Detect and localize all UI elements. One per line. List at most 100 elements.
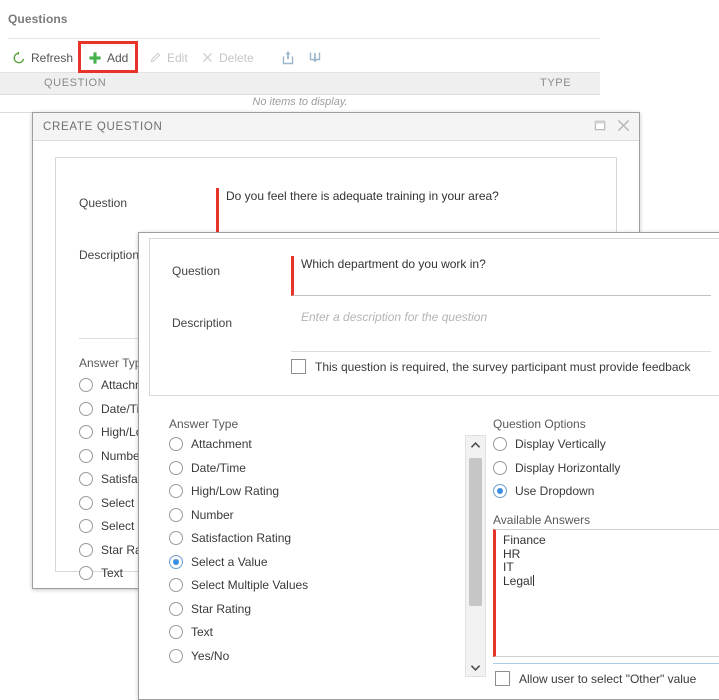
scroll-down-arrow[interactable] bbox=[466, 658, 485, 676]
other-value-checkbox[interactable] bbox=[495, 671, 510, 686]
question-value: Do you feel there is adequate training i… bbox=[226, 189, 499, 203]
scroll-thumb[interactable] bbox=[469, 458, 482, 606]
text-caret bbox=[533, 575, 534, 586]
radio-button[interactable] bbox=[79, 566, 93, 580]
radio-button[interactable] bbox=[79, 543, 93, 557]
description-input[interactable]: Enter a description for the question bbox=[291, 309, 711, 349]
radio-button[interactable] bbox=[169, 555, 183, 569]
radio-button[interactable] bbox=[169, 531, 183, 545]
answer-type-option-label: Date/Time bbox=[191, 461, 246, 475]
available-answers-textarea[interactable]: FinanceHRITLegal bbox=[493, 529, 719, 657]
radio-button[interactable] bbox=[169, 437, 183, 451]
radio-button[interactable] bbox=[169, 625, 183, 639]
question-options-label: Question Options bbox=[493, 417, 586, 431]
answer-type-option-label: Select Multiple Values bbox=[191, 578, 308, 592]
import-button[interactable] bbox=[303, 42, 327, 73]
grid-header: QUESTION TYPE bbox=[0, 73, 600, 95]
question-value: Which department do you work in? bbox=[301, 257, 486, 271]
answers-bottom-rule bbox=[493, 663, 719, 664]
add-button[interactable]: Add bbox=[82, 42, 134, 73]
answer-type-option[interactable]: Select Multiple Values bbox=[169, 578, 308, 592]
radio-button[interactable] bbox=[493, 461, 507, 475]
dialog-title: CREATE QUESTION bbox=[33, 121, 163, 133]
answer-type-option[interactable]: Text bbox=[169, 625, 213, 639]
question-label: Question bbox=[79, 196, 127, 210]
scroll-up-arrow[interactable] bbox=[466, 436, 485, 454]
required-checkbox-row[interactable]: This question is required, the survey pa… bbox=[291, 359, 691, 374]
edit-button: Edit bbox=[143, 42, 194, 73]
page-title: Questions bbox=[8, 12, 68, 26]
maximize-icon[interactable] bbox=[594, 119, 607, 135]
form-divider bbox=[291, 351, 711, 352]
question-option-option-label: Display Vertically bbox=[515, 437, 606, 451]
refresh-button[interactable]: Refresh bbox=[6, 42, 79, 73]
answer-type-option[interactable]: Number bbox=[169, 508, 234, 522]
dialog-title-bar: CREATE QUESTION bbox=[33, 113, 639, 141]
answer-type-option[interactable]: Date/Time bbox=[169, 461, 246, 475]
radio-button[interactable] bbox=[79, 378, 93, 392]
question-option-option-label: Use Dropdown bbox=[515, 484, 594, 498]
export-button[interactable] bbox=[276, 42, 300, 73]
radio-button[interactable] bbox=[169, 578, 183, 592]
other-value-checkbox-label: Allow user to select "Other" value bbox=[519, 672, 696, 686]
answer-type-option[interactable]: Number bbox=[79, 449, 144, 463]
questions-toolbar: Refresh Add Edit bbox=[0, 42, 600, 73]
required-checkbox-label: This question is required, the survey pa… bbox=[315, 360, 691, 374]
grid-empty-message: No items to display. bbox=[0, 96, 600, 108]
create-question-dialog-front: Question Which department do you work in… bbox=[138, 232, 719, 700]
answer-type-radio-group: Attachment Date/Time High/Low Rating Number… bbox=[169, 437, 469, 677]
download-icon bbox=[307, 50, 323, 66]
available-answer-line: IT bbox=[503, 561, 719, 575]
answer-type-option[interactable]: Text bbox=[79, 566, 123, 580]
refresh-label: Refresh bbox=[31, 51, 73, 65]
question-input[interactable]: Which department do you work in? bbox=[291, 256, 711, 296]
answer-type-option[interactable]: Yes/No bbox=[169, 649, 229, 663]
other-value-checkbox-row[interactable]: Allow user to select "Other" value bbox=[495, 671, 696, 686]
question-form-card: Question Which department do you work in… bbox=[149, 238, 719, 396]
radio-button[interactable] bbox=[79, 472, 93, 486]
radio-button[interactable] bbox=[79, 519, 93, 533]
question-option-option[interactable]: Display Vertically bbox=[493, 437, 606, 451]
question-option-option[interactable]: Display Horizontally bbox=[493, 461, 620, 475]
radio-button[interactable] bbox=[169, 602, 183, 616]
radio-button[interactable] bbox=[169, 484, 183, 498]
radio-button[interactable] bbox=[79, 402, 93, 416]
available-answers-label: Available Answers bbox=[493, 513, 590, 527]
radio-button[interactable] bbox=[169, 461, 183, 475]
answer-type-option[interactable]: Select a Value bbox=[169, 555, 268, 569]
radio-button[interactable] bbox=[493, 437, 507, 451]
required-checkbox[interactable] bbox=[291, 359, 306, 374]
radio-button[interactable] bbox=[79, 425, 93, 439]
radio-button[interactable] bbox=[79, 496, 93, 510]
answer-type-scrollbar[interactable] bbox=[465, 435, 486, 677]
description-label: Description bbox=[79, 248, 139, 262]
answer-type-option[interactable]: Attachment bbox=[169, 437, 252, 451]
column-header-type[interactable]: TYPE bbox=[540, 77, 571, 89]
delete-label: Delete bbox=[219, 51, 254, 65]
plus-icon bbox=[88, 51, 102, 65]
answer-type-option-label: Yes/No bbox=[191, 649, 229, 663]
answer-type-option[interactable]: Star Rating bbox=[169, 602, 251, 616]
radio-button[interactable] bbox=[79, 449, 93, 463]
question-option-option-label: Display Horizontally bbox=[515, 461, 620, 475]
available-answer-line: HR bbox=[503, 548, 719, 562]
edit-label: Edit bbox=[167, 51, 188, 65]
question-input[interactable]: Do you feel there is adequate training i… bbox=[216, 188, 604, 238]
radio-button[interactable] bbox=[169, 508, 183, 522]
radio-button[interactable] bbox=[169, 649, 183, 663]
answer-type-option-label: Satisfaction Rating bbox=[191, 531, 291, 545]
question-options-radio-group: Display Vertically Display Horizontally Us… bbox=[493, 437, 703, 509]
close-icon[interactable] bbox=[616, 118, 631, 136]
answer-type-option-label: Number bbox=[191, 508, 234, 522]
answer-type-option-label: Text bbox=[101, 566, 123, 580]
answer-type-option-label: High/Low Rating bbox=[191, 484, 279, 498]
refresh-icon bbox=[12, 51, 26, 65]
title-divider bbox=[8, 38, 600, 39]
description-placeholder: Enter a description for the question bbox=[301, 310, 487, 324]
answer-type-option[interactable]: High/Low Rating bbox=[169, 484, 279, 498]
answer-type-option[interactable]: Satisfaction Rating bbox=[169, 531, 291, 545]
question-option-option[interactable]: Use Dropdown bbox=[493, 484, 594, 498]
column-header-question[interactable]: QUESTION bbox=[44, 77, 106, 89]
available-answer-line: Legal bbox=[503, 575, 719, 589]
radio-button[interactable] bbox=[493, 484, 507, 498]
